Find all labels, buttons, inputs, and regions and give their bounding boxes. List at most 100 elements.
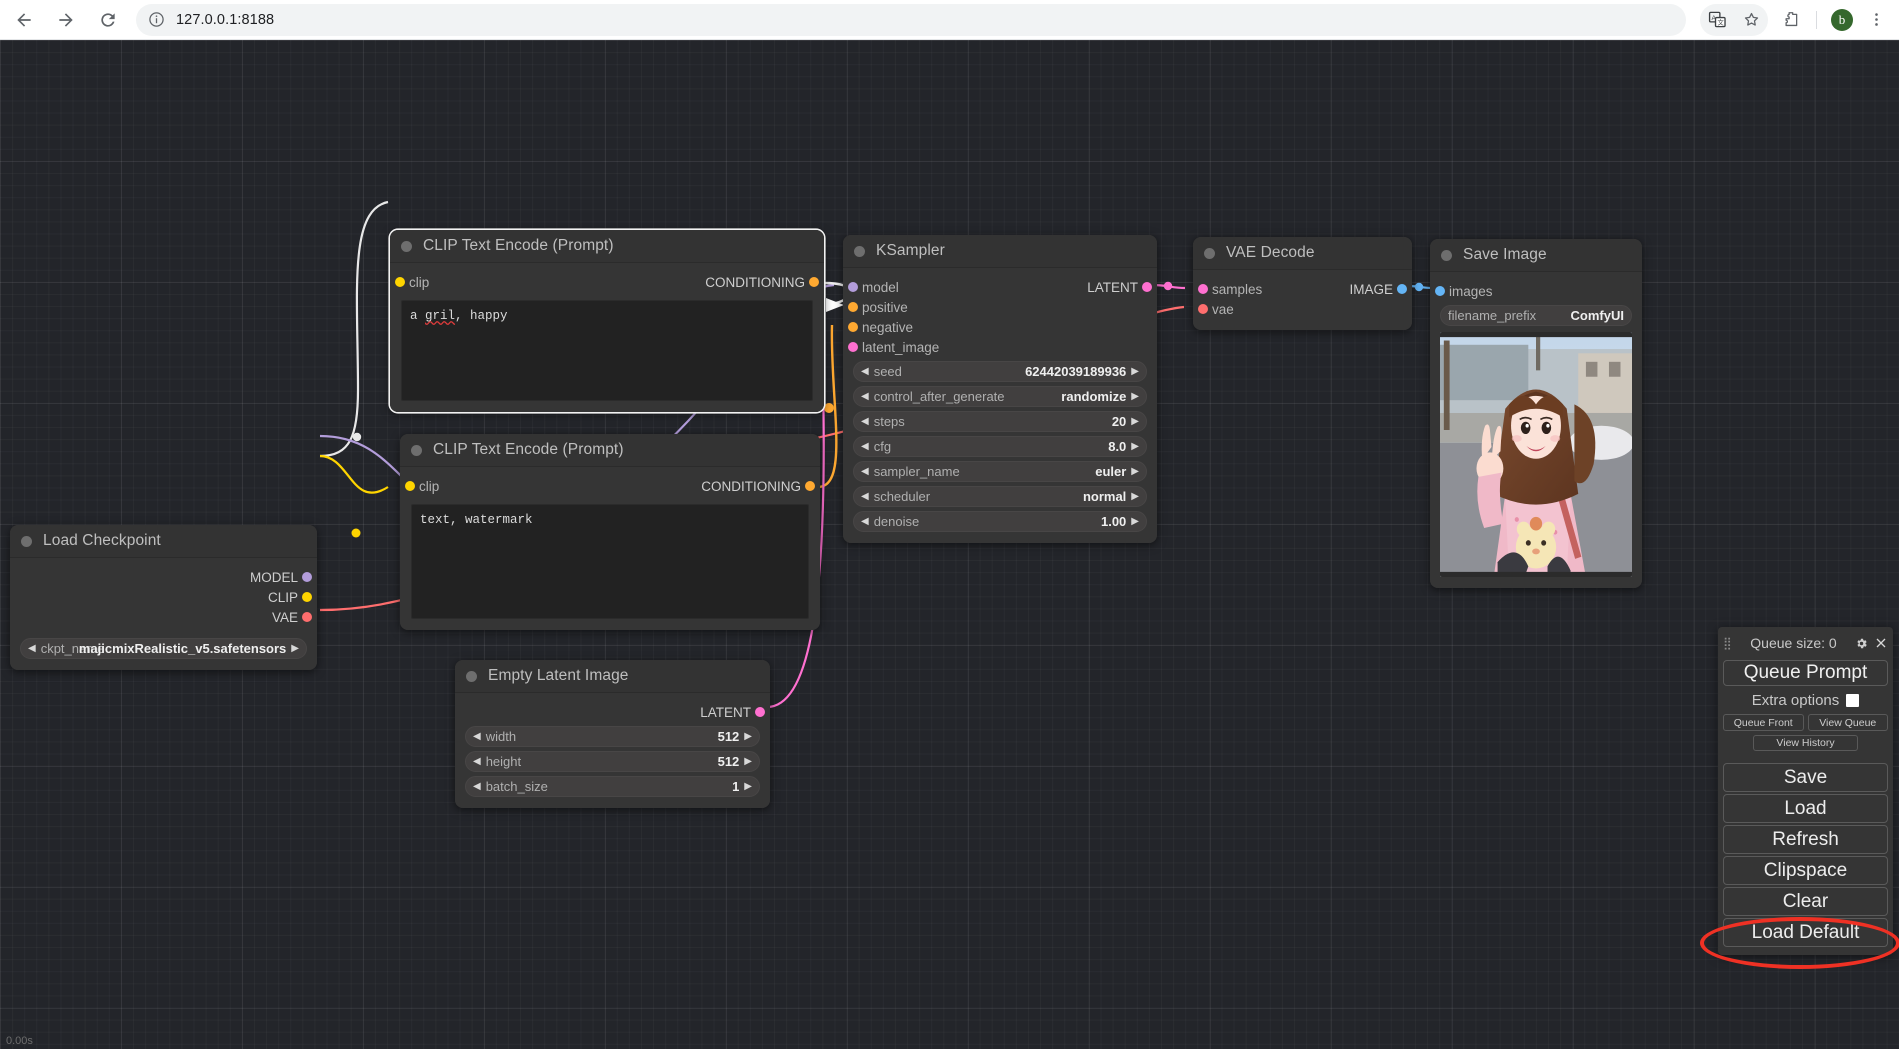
clipspace-button[interactable]: Clipspace (1723, 856, 1888, 885)
widget-seed[interactable]: ◀ seed 62442039189936 ▶ (853, 361, 1147, 382)
conditioning-port-icon[interactable] (809, 277, 819, 287)
increment-arrow-icon[interactable]: ▶ (1131, 516, 1139, 527)
latent-port-icon[interactable] (1142, 282, 1152, 292)
reload-button[interactable] (90, 2, 126, 38)
gear-icon[interactable] (1854, 637, 1869, 650)
profile-button[interactable]: b (1825, 3, 1859, 37)
refresh-button[interactable]: Refresh (1723, 825, 1888, 854)
decrement-arrow-icon[interactable]: ◀ (861, 366, 869, 377)
latent-port-icon[interactable] (755, 707, 765, 717)
widget-cfg[interactable]: ◀ cfg 8.0 ▶ (853, 436, 1147, 457)
collapse-dot-icon[interactable] (401, 240, 412, 252)
model-port-icon[interactable] (302, 572, 312, 582)
prompt-textarea-positive[interactable]: a gril, happy (401, 300, 813, 401)
increment-arrow-icon[interactable]: ▶ (1131, 416, 1139, 427)
clip-port-icon[interactable] (302, 592, 312, 602)
drag-handle-icon[interactable]: ⣿ (1723, 637, 1733, 649)
negative-port-icon[interactable] (848, 322, 858, 332)
increment-arrow-icon[interactable]: ▶ (744, 731, 752, 742)
slot-model-output[interactable]: MODEL (10, 567, 317, 587)
vae-port-icon[interactable] (1198, 304, 1208, 314)
decrement-arrow-icon[interactable]: ◀ (861, 516, 869, 527)
slot-samples[interactable]: samples IMAGE (1193, 279, 1412, 299)
extra-options-row[interactable]: Extra options (1723, 692, 1888, 709)
clip-port-icon[interactable] (405, 481, 415, 491)
node-title-bar[interactable]: KSampler (843, 235, 1157, 268)
node-vae-decode[interactable]: VAE Decode samples IMAGE vae (1193, 237, 1412, 330)
node-load-checkpoint[interactable]: Load Checkpoint MODEL CLIP VAE ◀ ckpt_na… (10, 525, 317, 670)
clip-port-icon[interactable] (395, 277, 405, 287)
clear-button[interactable]: Clear (1723, 887, 1888, 916)
close-icon[interactable] (1873, 637, 1888, 649)
comfyui-graph-canvas[interactable]: CLIP Text Encode (Prompt) clip CONDITION… (0, 40, 1899, 1049)
conditioning-port-icon[interactable] (805, 481, 815, 491)
samples-port-icon[interactable] (1198, 284, 1208, 294)
decrement-arrow-icon[interactable]: ◀ (473, 781, 481, 792)
translate-button[interactable]: A 文 (1700, 3, 1734, 37)
increment-arrow-icon[interactable]: ▶ (1131, 466, 1139, 477)
widget-ckpt-name[interactable]: ◀ ckpt_name majicmixRealistic_v5.safeten… (20, 638, 307, 659)
images-port-icon[interactable] (1435, 286, 1445, 296)
vae-port-icon[interactable] (302, 612, 312, 622)
increment-arrow-icon[interactable]: ▶ (744, 781, 752, 792)
latent-image-port-icon[interactable] (848, 342, 858, 352)
decrement-arrow-icon[interactable]: ◀ (861, 491, 869, 502)
widget-denoise[interactable]: ◀ denoise 1.00 ▶ (853, 511, 1147, 532)
slot-model[interactable]: model LATENT (843, 277, 1157, 297)
node-clip-text-encode-positive[interactable]: CLIP Text Encode (Prompt) clip CONDITION… (390, 230, 824, 412)
increment-arrow-icon[interactable]: ▶ (291, 643, 299, 654)
slot-negative[interactable]: negative (843, 317, 1157, 337)
widget-height[interactable]: ◀ height 512 ▶ (465, 751, 760, 772)
save-button[interactable]: Save (1723, 763, 1888, 792)
node-title-bar[interactable]: CLIP Text Encode (Prompt) (400, 434, 820, 467)
increment-arrow-icon[interactable]: ▶ (1131, 491, 1139, 502)
slot-images[interactable]: images (1430, 281, 1642, 301)
slot-clip-input[interactable]: clip CONDITIONING (400, 476, 820, 496)
widget-steps[interactable]: ◀ steps 20 ▶ (853, 411, 1147, 432)
generated-image-preview[interactable] (1440, 332, 1632, 577)
extra-options-checkbox[interactable] (1846, 694, 1860, 707)
decrement-arrow-icon[interactable]: ◀ (473, 731, 481, 742)
forward-button[interactable] (48, 2, 84, 38)
slot-positive[interactable]: positive (843, 297, 1157, 317)
site-info-icon[interactable] (144, 8, 168, 32)
increment-arrow-icon[interactable]: ▶ (1131, 441, 1139, 452)
slot-clip-output[interactable]: CLIP (10, 587, 317, 607)
widget-batch-size[interactable]: ◀ batch_size 1 ▶ (465, 776, 760, 797)
queue-front-button[interactable]: Queue Front (1723, 714, 1804, 731)
slot-latent-image[interactable]: latent_image (843, 337, 1157, 357)
node-save-image[interactable]: Save Image images filename_prefix ComfyU… (1430, 239, 1642, 588)
slot-latent-output[interactable]: LATENT (455, 702, 770, 722)
slot-clip-input[interactable]: clip CONDITIONING (390, 272, 824, 292)
collapse-dot-icon[interactable] (1441, 249, 1452, 261)
slot-vae-output[interactable]: VAE (10, 607, 317, 627)
node-title-bar[interactable]: Empty Latent Image (455, 660, 770, 693)
widget-filename-prefix[interactable]: filename_prefix ComfyUI (1440, 305, 1632, 326)
decrement-arrow-icon[interactable]: ◀ (861, 391, 869, 402)
view-history-button[interactable]: View History (1753, 735, 1858, 751)
decrement-arrow-icon[interactable]: ◀ (473, 756, 481, 767)
node-ksampler[interactable]: KSampler model LATENT positive negative … (843, 235, 1157, 543)
node-empty-latent-image[interactable]: Empty Latent Image LATENT ◀ width 512 ▶ … (455, 660, 770, 808)
collapse-dot-icon[interactable] (21, 535, 32, 547)
decrement-arrow-icon[interactable]: ◀ (28, 643, 36, 654)
positive-port-icon[interactable] (848, 302, 858, 312)
address-bar[interactable]: 127.0.0.1:8188 (136, 3, 1686, 36)
node-title-bar[interactable]: VAE Decode (1193, 237, 1412, 270)
increment-arrow-icon[interactable]: ▶ (744, 756, 752, 767)
extensions-button[interactable] (1774, 3, 1808, 37)
queue-prompt-button[interactable]: Queue Prompt (1723, 660, 1888, 686)
back-button[interactable] (6, 2, 42, 38)
widget-control-after-generate[interactable]: ◀ control_after_generate randomize ▶ (853, 386, 1147, 407)
load-default-button[interactable]: Load Default (1723, 918, 1888, 947)
decrement-arrow-icon[interactable]: ◀ (861, 441, 869, 452)
increment-arrow-icon[interactable]: ▶ (1131, 366, 1139, 377)
node-clip-text-encode-negative[interactable]: CLIP Text Encode (Prompt) clip CONDITION… (400, 434, 820, 630)
widget-sampler-name[interactable]: ◀ sampler_name euler ▶ (853, 461, 1147, 482)
bookmark-button[interactable] (1734, 3, 1768, 37)
load-button[interactable]: Load (1723, 794, 1888, 823)
chrome-menu-button[interactable] (1859, 3, 1893, 37)
collapse-dot-icon[interactable] (854, 245, 865, 257)
collapse-dot-icon[interactable] (411, 444, 422, 456)
decrement-arrow-icon[interactable]: ◀ (861, 416, 869, 427)
